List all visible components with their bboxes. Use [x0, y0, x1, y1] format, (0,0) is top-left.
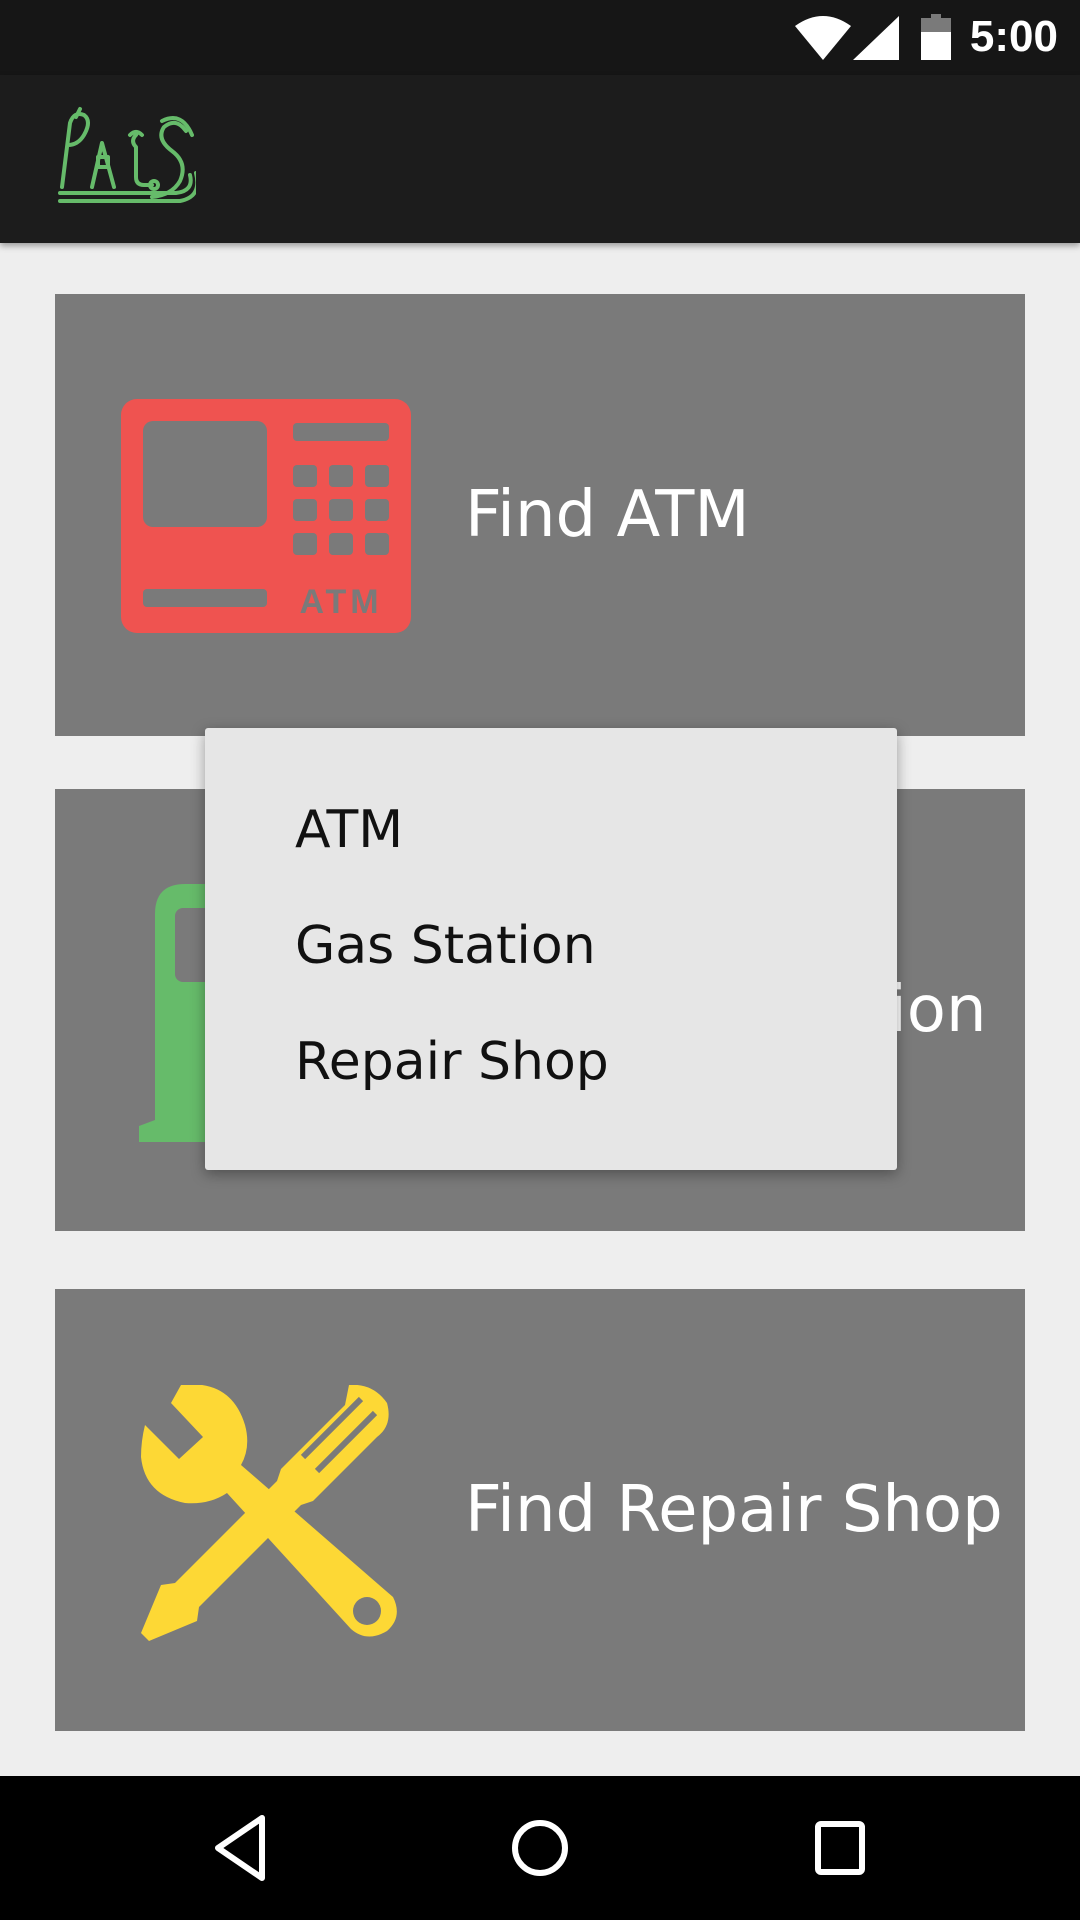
menu-item-repair-shop[interactable]: Repair Shop — [295, 1032, 609, 1092]
card-label-atm: Find ATM — [465, 478, 750, 552]
wifi-icon — [795, 16, 851, 60]
status-time: 5:00 — [969, 12, 1058, 61]
status-bar: 5:00 — [0, 0, 1080, 75]
cellular-signal-icon — [853, 16, 899, 60]
wrench-screwdriver-icon — [141, 1385, 397, 1641]
back-icon[interactable] — [210, 1808, 270, 1888]
atm-icon: ATM — [121, 399, 411, 633]
card-find-repair-shop[interactable]: Find Repair Shop — [55, 1289, 1025, 1731]
popup-menu: ATM Gas Station Repair Shop — [205, 728, 897, 1170]
card-label-repair-shop: Find Repair Shop — [465, 1473, 1003, 1547]
atm-icon-text: ATM — [299, 583, 382, 621]
nav-bar — [0, 1776, 1080, 1920]
app-bar — [0, 75, 1080, 243]
card-find-atm[interactable]: ATM Find ATM — [55, 294, 1025, 736]
recents-icon[interactable] — [808, 1808, 872, 1888]
menu-item-gas-station[interactable]: Gas Station — [295, 916, 596, 976]
menu-item-atm[interactable]: ATM — [295, 800, 403, 860]
home-icon[interactable] — [504, 1808, 576, 1888]
app-logo — [58, 107, 196, 203]
battery-icon — [921, 14, 951, 60]
